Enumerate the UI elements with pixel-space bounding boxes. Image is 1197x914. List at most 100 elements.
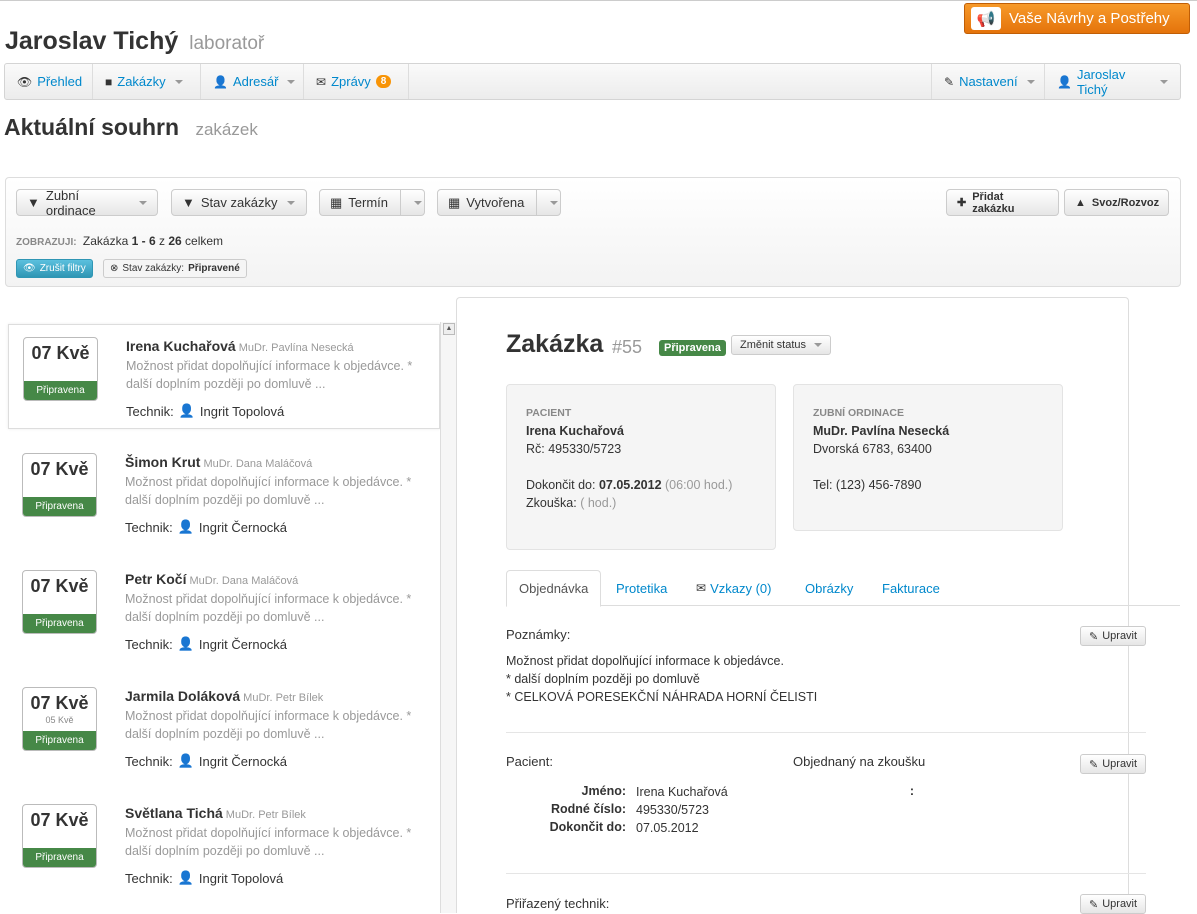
patient-caption: PACIENT [526,407,572,419]
edit-technician-button[interactable]: ✎ Upravit [1080,894,1147,914]
tab-label: Fakturace [882,580,940,596]
filter-clinic-button[interactable]: ▼ Zubní ordinace [16,188,158,218]
date-main: 07 Kvě [30,693,89,713]
active-filter-value: Připravené [188,263,240,274]
page-subtitle: zakázek [195,120,258,139]
doctor-name: MuDr. Petr Bílek [243,692,324,704]
list-item[interactable]: 07 Kvě Připravena Irena Kuchařová MuDr. P… [8,324,440,429]
technician-name: Ingrit Černocká [198,519,288,535]
active-filter-tag[interactable]: ⊗ Stav zakázky: Připravené [103,259,247,278]
pencil-icon: ✎ [1089,630,1099,643]
edit-label: Upravit [1102,758,1138,770]
dropdown-toggle[interactable] [536,190,559,215]
orders-list: 07 Kvě Připravena Irena Kuchařová MuDr. P… [5,322,457,913]
order-description: Možnost přidat dopolňující informace k o… [125,709,412,741]
finish-row: Dokončit do: 07.05.2012 (06:00 hod.) [526,476,732,494]
edit-label: Upravit [1102,898,1138,910]
try-label: Zkouška: [526,496,577,510]
detail-tabs: Objednávka Protetika ✉ Vzkazy (0) Obrázky… [506,570,1180,607]
date-main: 07 Kvě [30,459,89,479]
order-description: Možnost přidat dopolňující informace k o… [125,475,412,507]
pencil-icon: ✎ [1089,898,1099,911]
cancel-filters-button[interactable]: 👁 Zrušit filtry [16,259,93,278]
nav-item-user-menu[interactable]: 👤 Jaroslav Tichý [1044,64,1180,99]
date-main: 07 Kvě [30,810,89,830]
tab-order[interactable]: Objednávka [506,570,601,607]
tab-prosthetics[interactable]: Protetika [604,570,679,606]
user-name: Jaroslav Tichý [5,27,179,55]
pickup-delivery-button[interactable]: ▲ Svoz/Rozvoz [1064,189,1169,216]
nav-label: Zprávy [331,74,371,89]
nav-item-orders[interactable]: ■ Zakázky [93,64,201,99]
filter-label: Termín [348,195,389,210]
change-status-button[interactable]: Změnit status [731,335,832,355]
megaphone-icon: 📢 [971,7,1001,30]
doctor-name: MuDr. Dana Maláčová [203,458,313,470]
patient-name-text: Petr Kočí [125,571,187,587]
list-item[interactable]: 07 Kvě Připravena Petr Kočí MuDr. Dana Ma… [8,558,440,663]
kv-key: : [909,784,914,798]
chevron-down-icon [550,200,559,205]
filter-icon: ▼ [182,195,195,210]
kv-key: Rodné číslo: [550,802,626,816]
nav-item-address-book[interactable]: 👤 Adresář [201,64,304,99]
order-status-badge: Připravena [659,340,726,356]
patient-name: Irena Kuchařová MuDr. Pavlína Nesecká [126,338,354,354]
list-item[interactable]: 07 Kvě Připravena Světlana Tichá MuDr. Pe… [8,792,440,897]
eye-icon: 👁 [23,263,36,274]
tab-messages[interactable]: ✉ Vzkazy (0) [684,570,783,606]
clinic-address: Dvorská 6783, 63400 [813,442,932,456]
patient-name-text: Světlana Tichá [125,805,223,821]
finish-date: 07.05.2012 [598,478,662,492]
kv-value: Irena Kuchařová [636,785,728,799]
patient-birth-number: Rč: 495330/5723 [526,442,622,456]
clinic-info-content: ZUBNÍ ORDINACE MuDr. Pavlína Nesecká Dvo… [813,404,949,494]
date-badge: 07 Kvě Připravena [22,570,97,634]
add-order-button[interactable]: ✚ Přidat zakázku [946,189,1059,216]
filter-created-button[interactable]: ▦ Vytvořena [437,189,561,216]
tab-images[interactable]: Obrázky [793,570,865,606]
nav-item-messages[interactable]: ✉ Zprávy 8 [304,64,409,99]
edit-notes-button[interactable]: ✎ Upravit [1080,626,1147,646]
dropdown-toggle[interactable] [400,190,423,215]
technician-name: Ingrit Topolová [199,403,285,419]
nav-item-settings[interactable]: ✎ Nastavení [931,64,1044,99]
nav-label: Jaroslav Tichý [1076,66,1126,97]
eye-icon: 👁 [17,74,33,89]
list-item[interactable]: 07 Kvě Připravena Šimon Krut MuDr. Dana M… [8,441,440,546]
nav-label: Adresář [232,74,279,89]
notes-label: Poznámky: [506,627,571,642]
tab-label: Obrázky [805,580,854,596]
chevron-down-icon [814,343,823,347]
nav-item-overview[interactable]: 👁 Přehled [5,64,93,99]
divider [506,732,1146,733]
technician: Technik: 👤 Ingrit Černocká [125,753,287,769]
try-value: ( hod.) [580,496,617,510]
summary-total: 26 [168,234,182,248]
user-icon: 👤 [178,403,195,418]
notes-line: * CELKOVÁ PORESEKČNÍ NÁHRADA HORNÍ ČELIS… [506,690,818,704]
summary-label: ZOBRAZUJI: [16,237,77,248]
list-item[interactable]: 07 Kvě 05 Kvě Připravena Jarmila Dolákov… [8,675,440,780]
feedback-button[interactable]: 📢 Vaše Návrhy a Postřehy [964,3,1190,34]
filter-status-button[interactable]: ▼ Stav zakázky [171,189,307,216]
chevron-down-icon [174,79,183,84]
notes-line: * další doplním později po domluvě [506,672,700,686]
user-icon: 👤 [1057,74,1072,89]
tab-label: Vzkazy (0) [710,580,772,596]
order-description: Možnost přidat dopolňující informace k o… [125,592,412,624]
edit-patient-button[interactable]: ✎ Upravit [1080,754,1147,774]
date-badge: 07 Kvě Připravena [22,804,97,868]
feedback-label: Vaše Návrhy a Postřehy [1009,10,1170,27]
tab-invoicing[interactable]: Fakturace [870,570,952,606]
remove-filter-icon[interactable]: ⊗ [110,263,118,274]
clinic-caption: ZUBNÍ ORDINACE [813,407,904,419]
technician-label: Technik: [125,753,173,769]
filter-deadline-button[interactable]: ▦ Termín [319,189,425,216]
list-scrollbar[interactable]: ▲ [440,322,456,913]
notes-content: Možnost přidat dopolňující informace k o… [506,652,817,706]
doctor-name: MuDr. Dana Maláčová [189,575,299,587]
scroll-up-arrow-icon[interactable]: ▲ [443,323,455,335]
pencil-icon: ✎ [1089,758,1099,771]
road-icon: ▲ [1075,196,1086,209]
